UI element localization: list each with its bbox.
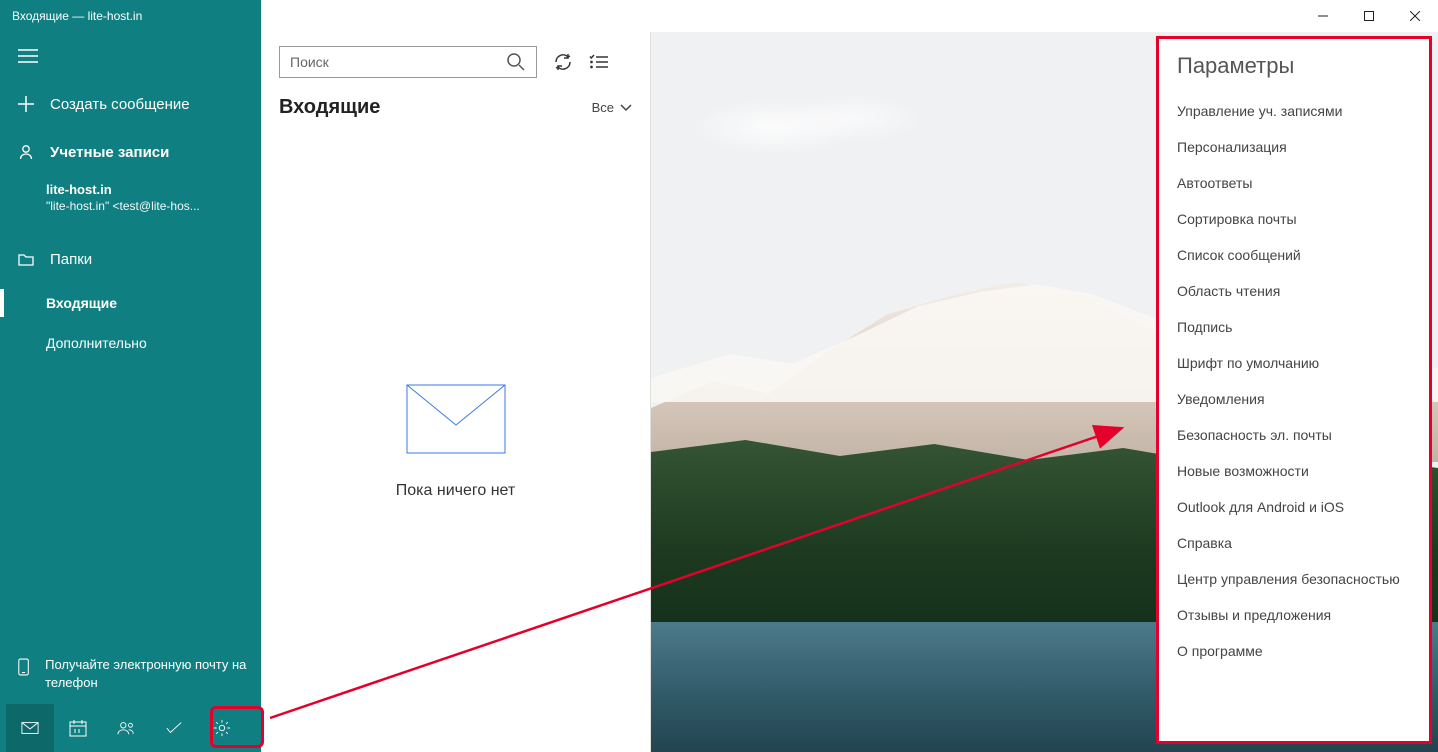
settings-list: Управление уч. записямиПерсонализацияАвт… bbox=[1177, 93, 1411, 669]
filter-label: Все bbox=[592, 100, 614, 115]
annotation-gear-highlight bbox=[210, 706, 264, 748]
select-mode-icon[interactable] bbox=[589, 52, 609, 72]
search-placeholder: Поиск bbox=[290, 54, 329, 70]
reading-pane: Параметры Управление уч. записямиПерсона… bbox=[651, 32, 1438, 752]
settings-item-5[interactable]: Область чтения bbox=[1177, 273, 1411, 309]
settings-item-10[interactable]: Новые возможности bbox=[1177, 453, 1411, 489]
refresh-icon[interactable] bbox=[553, 52, 573, 72]
settings-panel: Параметры Управление уч. записямиПерсона… bbox=[1156, 36, 1432, 744]
settings-item-8[interactable]: Уведомления bbox=[1177, 381, 1411, 417]
titlebar-background bbox=[261, 0, 1438, 32]
phone-promo[interactable]: Получайте электронную почту на телефон bbox=[0, 644, 261, 704]
settings-item-9[interactable]: Безопасность эл. почты bbox=[1177, 417, 1411, 453]
settings-title: Параметры bbox=[1177, 53, 1411, 79]
hamburger-button[interactable] bbox=[0, 32, 261, 80]
empty-text: Пока ничего нет bbox=[396, 482, 515, 500]
settings-item-4[interactable]: Список сообщений bbox=[1177, 237, 1411, 273]
compose-label: Создать сообщение bbox=[50, 96, 190, 113]
phone-promo-text: Получайте электронную почту на телефон bbox=[45, 656, 249, 692]
settings-item-13[interactable]: Центр управления безопасностью bbox=[1177, 561, 1411, 597]
list-heading: Входящие bbox=[279, 96, 380, 119]
window-title: Входящие — lite-host.in bbox=[12, 9, 142, 23]
people-icon[interactable] bbox=[102, 704, 150, 752]
list-toolbar: Поиск bbox=[261, 32, 650, 92]
accounts-header[interactable]: Учетные записи bbox=[0, 128, 261, 176]
folders-header[interactable]: Папки bbox=[0, 235, 261, 283]
list-header: Входящие Все bbox=[261, 92, 650, 131]
window-controls bbox=[1300, 0, 1438, 32]
bg-clouds bbox=[671, 82, 931, 172]
accounts-label: Учетные записи bbox=[50, 144, 169, 161]
folder-more-label: Дополнительно bbox=[46, 335, 147, 351]
folders-label: Папки bbox=[50, 251, 92, 268]
settings-item-2[interactable]: Автоответы bbox=[1177, 165, 1411, 201]
person-icon bbox=[18, 144, 34, 160]
mail-icon[interactable] bbox=[6, 704, 54, 752]
compose-button[interactable]: Создать сообщение bbox=[0, 80, 261, 128]
folder-more[interactable]: Дополнительно bbox=[0, 323, 261, 363]
account-name: lite-host.in bbox=[46, 182, 261, 197]
search-icon bbox=[506, 52, 526, 72]
envelope-icon bbox=[406, 384, 506, 454]
plus-icon bbox=[18, 96, 34, 112]
settings-item-3[interactable]: Сортировка почты bbox=[1177, 201, 1411, 237]
settings-item-1[interactable]: Персонализация bbox=[1177, 129, 1411, 165]
search-input[interactable]: Поиск bbox=[279, 46, 537, 78]
titlebar: Входящие — lite-host.in bbox=[0, 0, 1438, 32]
settings-item-6[interactable]: Подпись bbox=[1177, 309, 1411, 345]
settings-item-11[interactable]: Outlook для Android и iOS bbox=[1177, 489, 1411, 525]
account-item[interactable]: lite-host.in "lite-host.in" <test@lite-h… bbox=[0, 176, 261, 223]
calendar-icon[interactable] bbox=[54, 704, 102, 752]
chevron-down-icon bbox=[620, 104, 632, 112]
message-list-pane: Поиск Входящие Все Пока ничего нет bbox=[261, 32, 651, 752]
settings-item-14[interactable]: Отзывы и предложения bbox=[1177, 597, 1411, 633]
settings-item-0[interactable]: Управление уч. записями bbox=[1177, 93, 1411, 129]
settings-item-12[interactable]: Справка bbox=[1177, 525, 1411, 561]
maximize-button[interactable] bbox=[1346, 0, 1392, 32]
minimize-button[interactable] bbox=[1300, 0, 1346, 32]
folder-icon bbox=[18, 252, 34, 266]
account-email: "lite-host.in" <test@lite-hos... bbox=[46, 199, 261, 213]
todo-icon[interactable] bbox=[150, 704, 198, 752]
folder-inbox-label: Входящие bbox=[46, 295, 117, 311]
phone-icon bbox=[18, 656, 29, 678]
settings-item-7[interactable]: Шрифт по умолчанию bbox=[1177, 345, 1411, 381]
filter-dropdown[interactable]: Все bbox=[592, 100, 632, 115]
close-button[interactable] bbox=[1392, 0, 1438, 32]
sidebar: Создать сообщение Учетные записи lite-ho… bbox=[0, 32, 261, 752]
empty-state: Пока ничего нет bbox=[261, 131, 650, 752]
settings-item-15[interactable]: О программе bbox=[1177, 633, 1411, 669]
folder-inbox[interactable]: Входящие bbox=[0, 283, 261, 323]
